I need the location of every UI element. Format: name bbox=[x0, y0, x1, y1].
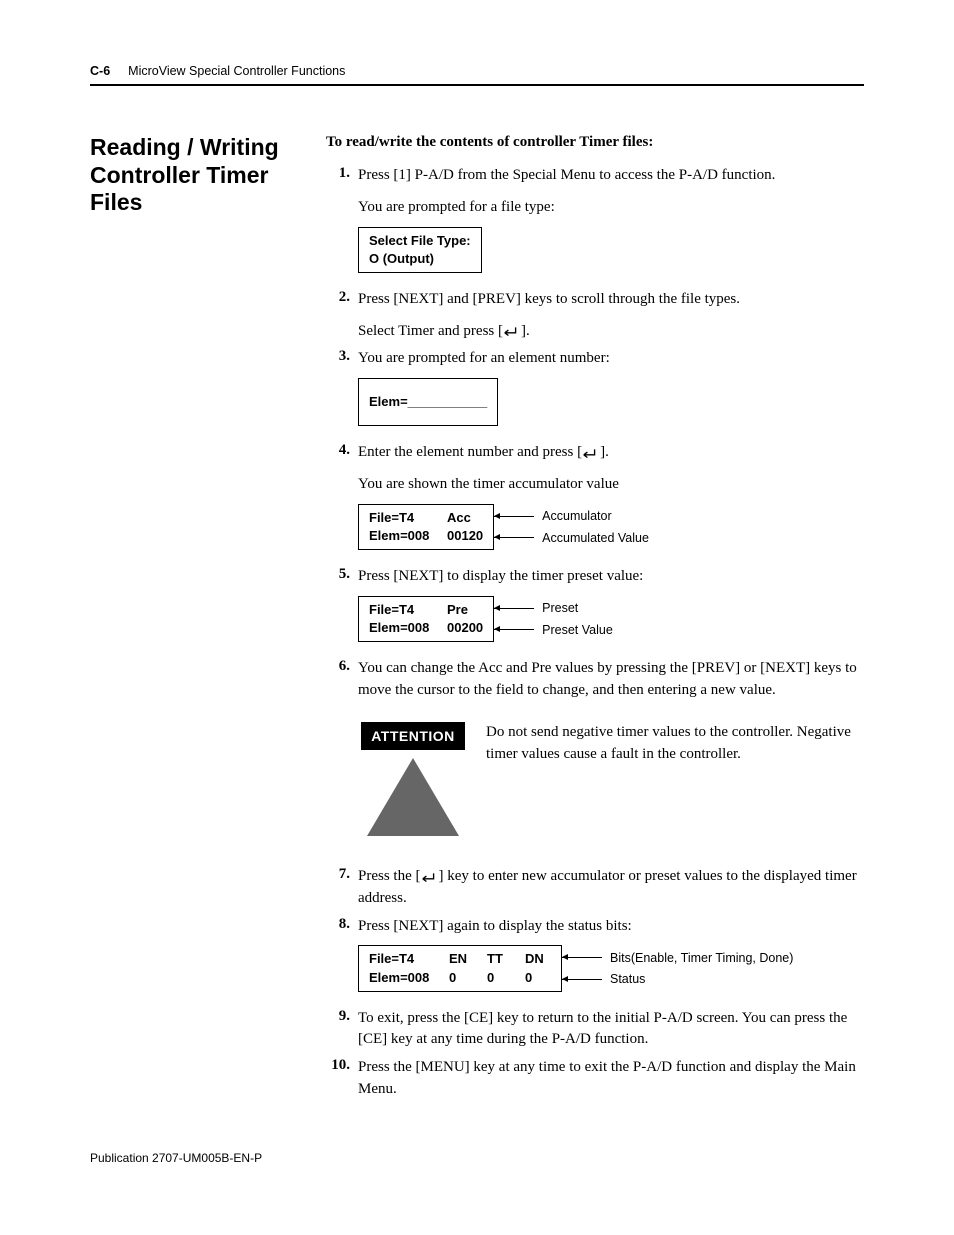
enter-key-icon bbox=[503, 325, 521, 337]
step-text: Press the [ bbox=[358, 868, 421, 884]
step-text: Enter the element number and press [ bbox=[358, 444, 582, 460]
lcd-box-pre: File=T4Pre Elem=00800200 bbox=[358, 596, 494, 642]
enter-key-icon bbox=[582, 447, 600, 459]
step-text: You are shown the timer accumulator valu… bbox=[358, 474, 864, 496]
attention-block: ATTENTION Do not send negative timer val… bbox=[358, 722, 864, 836]
step-5: 5. Press [NEXT] to display the timer pre… bbox=[326, 566, 864, 652]
lcd-box-file-type: Select File Type: O (Output) bbox=[358, 227, 482, 273]
step-text: Press [NEXT] and [PREV] keys to scroll t… bbox=[358, 291, 740, 307]
step-text: Press the [MENU] key at any time to exit… bbox=[358, 1057, 864, 1101]
lcd-box-status: File=T4 EN TT DN Elem=008 0 0 0 bbox=[358, 945, 562, 991]
step-text: ]. bbox=[521, 323, 530, 339]
step-text: Select Timer and press [ bbox=[358, 323, 503, 339]
step-2: 2. Press [NEXT] and [PREV] keys to scrol… bbox=[326, 289, 864, 343]
page-number: C-6 bbox=[90, 64, 110, 78]
header-rule bbox=[90, 84, 864, 86]
step-9: 9. To exit, press the [CE] key to return… bbox=[326, 1008, 864, 1052]
callout-preset-value: Preset Value bbox=[542, 621, 613, 639]
step-text: You are prompted for an element number: bbox=[358, 350, 610, 366]
warning-triangle-icon bbox=[367, 758, 459, 836]
intro-text: To read/write the contents of controller… bbox=[326, 134, 864, 151]
step-7: 7. Press the [] key to enter new accumul… bbox=[326, 866, 864, 910]
callout-accumulator: Accumulator bbox=[542, 507, 611, 525]
step-text: Press [NEXT] again to display the status… bbox=[358, 918, 632, 934]
step-10: 10. Press the [MENU] key at any time to … bbox=[326, 1057, 864, 1101]
lcd-box-acc: File=T4Acc Elem=00800120 bbox=[358, 504, 494, 550]
step-text: You are prompted for a file type: bbox=[358, 197, 864, 219]
lcd-box-elem: Elem=___________ bbox=[358, 378, 498, 426]
step-6: 6. You can change the Acc and Pre values… bbox=[326, 658, 864, 860]
section-heading: Reading / Writing Controller Timer Files bbox=[90, 134, 290, 217]
step-text: To exit, press the [CE] key to return to… bbox=[358, 1008, 864, 1052]
running-header: C-6 MicroView Special Controller Functio… bbox=[90, 64, 864, 84]
attention-text: Do not send negative timer values to the… bbox=[486, 722, 864, 836]
callout-status: Status bbox=[610, 970, 645, 988]
step-4: 4. Enter the element number and press []… bbox=[326, 442, 864, 560]
step-1: 1. Press [1] P-A/D from the Special Menu… bbox=[326, 165, 864, 283]
attention-label: ATTENTION bbox=[361, 722, 465, 750]
step-text: ]. bbox=[600, 444, 609, 460]
step-text: Press [1] P-A/D from the Special Menu to… bbox=[358, 167, 775, 183]
callout-acc-value: Accumulated Value bbox=[542, 529, 649, 547]
step-3: 3. You are prompted for an element numbe… bbox=[326, 348, 864, 436]
chapter-title: MicroView Special Controller Functions bbox=[128, 64, 345, 78]
publication-footer: Publication 2707-UM005B-EN-P bbox=[90, 1107, 864, 1165]
enter-key-icon bbox=[421, 871, 439, 883]
callout-bits: Bits(Enable, Timer Timing, Done) bbox=[610, 949, 793, 967]
step-text: Press [NEXT] to display the timer preset… bbox=[358, 568, 643, 584]
callout-preset: Preset bbox=[542, 599, 578, 617]
step-8: 8. Press [NEXT] again to display the sta… bbox=[326, 916, 864, 1002]
step-text: You can change the Acc and Pre values by… bbox=[358, 660, 857, 698]
